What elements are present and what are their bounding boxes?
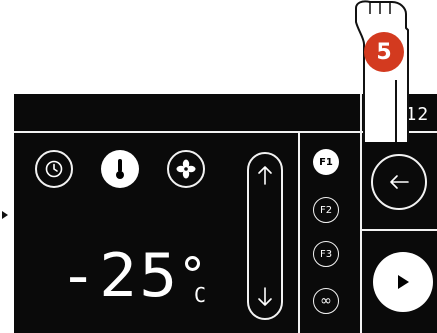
clock-icon <box>45 160 63 178</box>
back-button[interactable] <box>371 154 427 210</box>
play-button[interactable] <box>373 252 433 312</box>
infinity-button[interactable]: ∞ <box>313 288 339 314</box>
increase-arrow-icon[interactable] <box>249 164 281 186</box>
arrow-left-icon <box>390 175 409 189</box>
f1-label: F1 <box>319 156 333 168</box>
f2-label: F2 <box>319 204 333 216</box>
value-scroller[interactable] <box>247 152 283 320</box>
play-icon <box>398 275 409 289</box>
side-arrow-icon <box>2 211 8 219</box>
step-badge: 5 <box>364 32 404 72</box>
thermometer-icon <box>116 159 124 179</box>
thermometer-mode-button[interactable] <box>101 150 139 188</box>
temperature-unit: C <box>194 283 207 307</box>
fan-mode-button[interactable] <box>167 150 205 188</box>
degree-symbol <box>185 256 200 271</box>
f1-button[interactable]: F1 <box>313 149 339 175</box>
infinity-label: ∞ <box>320 293 332 309</box>
divider-vertical-left <box>298 131 300 333</box>
temperature-value: -25 <box>59 241 180 311</box>
f3-label: F3 <box>319 248 333 260</box>
f3-button[interactable]: F3 <box>313 241 339 267</box>
divider-right-mid <box>360 229 437 231</box>
decrease-arrow-icon[interactable] <box>249 286 281 308</box>
f2-button[interactable]: F2 <box>313 197 339 223</box>
clock-mode-button[interactable] <box>35 150 73 188</box>
fan-icon <box>176 159 196 179</box>
